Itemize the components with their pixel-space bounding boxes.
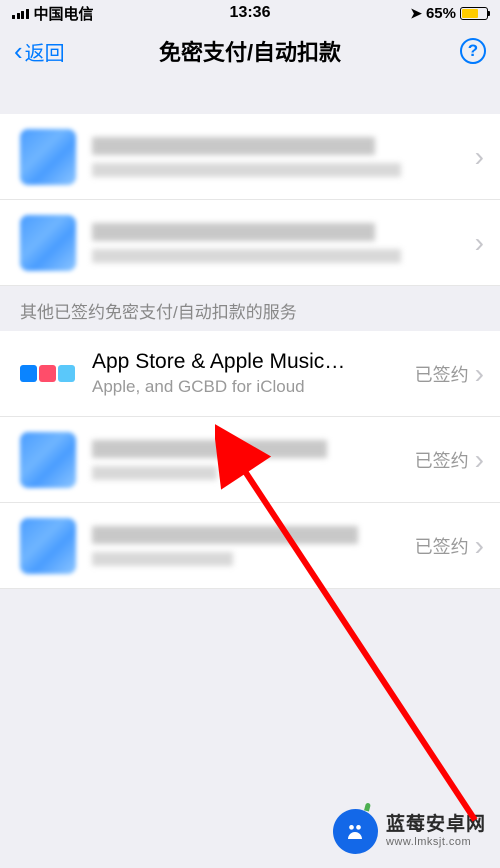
status-bar: 中国电信 13:36 ➤ 65% <box>0 0 500 26</box>
page-title: 免密支付/自动扣款 <box>159 35 341 67</box>
list-item[interactable]: 已签约 › <box>0 417 500 503</box>
item-content <box>92 440 405 480</box>
item-subtitle-redacted <box>92 466 217 480</box>
item-content: App Store & Apple Music… Apple, and GCBD… <box>92 350 405 397</box>
item-subtitle: Apple, and GCBD for iCloud <box>92 377 405 397</box>
status-badge: 已签约 <box>415 361 469 387</box>
item-subtitle-redacted <box>92 249 401 263</box>
watermark-text: 蓝莓安卓网 www.lmksjt.com <box>386 815 486 848</box>
chevron-left-icon: ‹ <box>14 38 23 64</box>
item-title-redacted <box>92 223 375 241</box>
app-icon <box>20 432 76 488</box>
app-icon <box>20 129 76 185</box>
battery-percent: 65% <box>426 5 456 22</box>
watermark-url: www.lmksjt.com <box>386 836 486 848</box>
app-icon <box>20 518 76 574</box>
list-item[interactable]: › <box>0 114 500 200</box>
watermark: 蓝莓安卓网 www.lmksjt.com <box>333 809 486 854</box>
item-title: App Store & Apple Music… <box>92 350 405 374</box>
watermark-title: 蓝莓安卓网 <box>386 815 486 836</box>
status-badge: 已签约 <box>415 533 469 559</box>
chevron-right-icon: › <box>475 444 484 476</box>
item-title-redacted <box>92 526 358 544</box>
section-header: 其他已签约免密支付/自动扣款的服务 <box>0 286 500 331</box>
item-title-redacted <box>92 137 375 155</box>
signal-icon <box>12 7 29 19</box>
chevron-right-icon: › <box>475 358 484 390</box>
chevron-right-icon: › <box>475 530 484 562</box>
location-icon: ➤ <box>410 5 422 22</box>
item-subtitle-redacted <box>92 163 401 177</box>
item-content <box>92 137 469 177</box>
battery-icon <box>460 7 488 20</box>
status-right: ➤ 65% <box>410 5 488 22</box>
apple-services-icon <box>20 365 76 382</box>
chevron-right-icon: › <box>475 141 484 173</box>
carrier-label: 中国电信 <box>34 3 94 24</box>
item-content <box>92 526 405 566</box>
chevron-right-icon: › <box>475 227 484 259</box>
back-label: 返回 <box>25 37 65 66</box>
back-button[interactable]: ‹ 返回 <box>14 37 65 66</box>
app-icon <box>20 215 76 271</box>
watermark-logo-icon <box>333 809 378 854</box>
help-button[interactable]: ? <box>460 38 486 64</box>
list-item[interactable]: › <box>0 200 500 286</box>
item-content <box>92 223 469 263</box>
list-item-apple[interactable]: App Store & Apple Music… Apple, and GCBD… <box>0 331 500 417</box>
status-badge: 已签约 <box>415 447 469 473</box>
navigation-bar: ‹ 返回 免密支付/自动扣款 ? <box>0 26 500 76</box>
item-title-redacted <box>92 440 327 458</box>
list-item[interactable]: 已签约 › <box>0 503 500 589</box>
status-time: 13:36 <box>230 4 271 22</box>
status-left: 中国电信 <box>12 3 94 24</box>
item-subtitle-redacted <box>92 552 233 566</box>
